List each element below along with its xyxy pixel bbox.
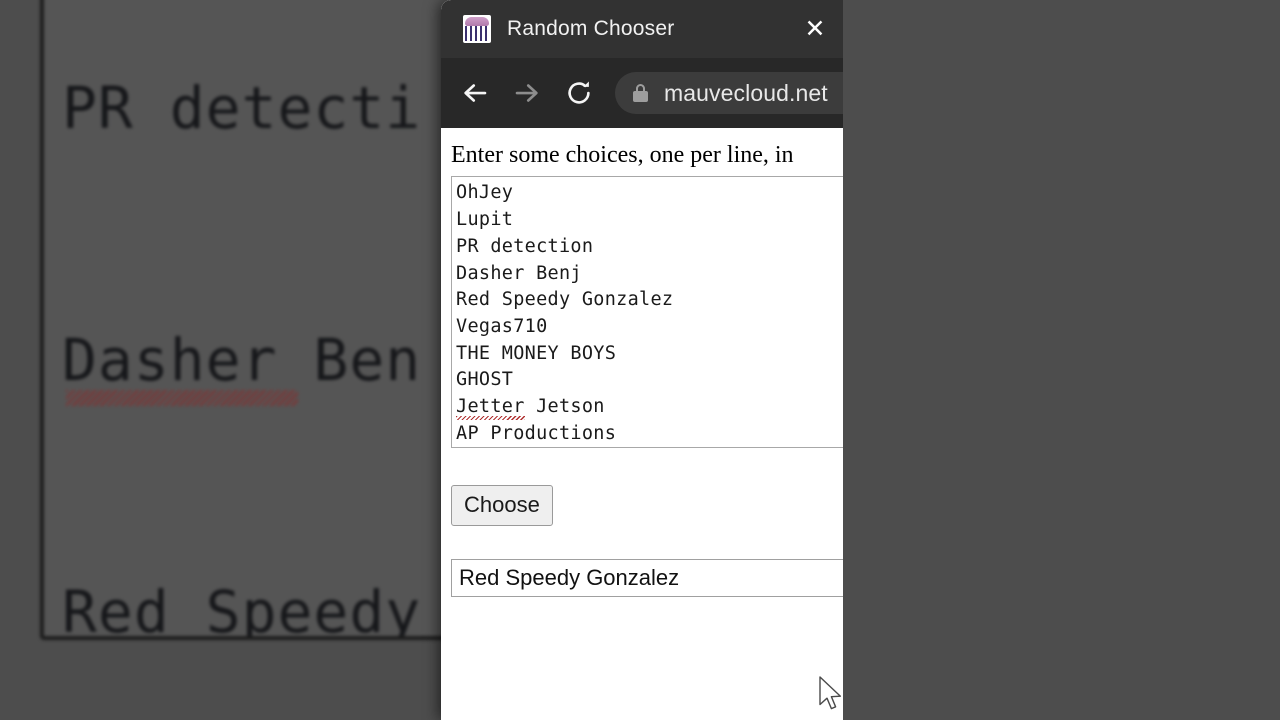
desktop-right-area <box>843 0 1280 720</box>
lock-icon <box>633 84 648 102</box>
choices-text-head: OhJey Lupit PR detection Dasher Benj Red… <box>456 182 674 391</box>
background-line: PR detecti <box>62 74 422 142</box>
back-arrow-icon <box>464 84 487 102</box>
result-input[interactable]: Red Speedy Gonzalez <box>451 558 843 597</box>
browser-titlebar: Random Chooser ✕ <box>441 0 843 58</box>
result-value: Red Speedy Gonzalez <box>459 564 680 590</box>
rain-shape <box>465 26 489 41</box>
cloud-shape <box>465 17 489 26</box>
address-bar[interactable]: mauvecloud.net <box>615 72 843 114</box>
prompt-label: Enter some choices, one per line, in <box>451 142 794 168</box>
forward-button[interactable] <box>501 67 553 119</box>
background-spellcheck-underline <box>66 390 298 406</box>
url-text: mauvecloud.net <box>664 79 828 106</box>
choices-textarea[interactable]: OhJey Lupit PR detection Dasher Benj Red… <box>451 176 843 449</box>
choices-text-mid: Jetson <box>524 396 605 418</box>
browser-window: Random Chooser ✕ mauvecloud.net Enter so… <box>441 0 843 720</box>
reload-button[interactable] <box>553 67 605 119</box>
browser-toolbar: mauvecloud.net <box>441 58 843 128</box>
misspelled-word: Jetter <box>456 394 525 421</box>
lock-body <box>633 91 648 102</box>
background-choices-list: PR detecti Dasher Ben Red Speedy Vegas71… <box>62 0 422 640</box>
screen: PR detecti Dasher Ben Red Speedy Vegas71… <box>0 0 1280 720</box>
background-line: Red Speedy <box>62 578 422 640</box>
choose-button[interactable]: Choose <box>451 485 553 526</box>
tab-title: Random Chooser <box>507 17 675 40</box>
cloud-rain-favicon-icon <box>463 15 491 43</box>
back-button[interactable] <box>449 67 501 119</box>
reload-icon <box>568 81 590 104</box>
forward-arrow-icon <box>515 84 538 102</box>
choices-text-tail: AP Productions <box>456 422 617 444</box>
page-content: Enter some choices, one per line, in OhJ… <box>441 128 843 720</box>
close-icon[interactable]: ✕ <box>795 9 835 49</box>
